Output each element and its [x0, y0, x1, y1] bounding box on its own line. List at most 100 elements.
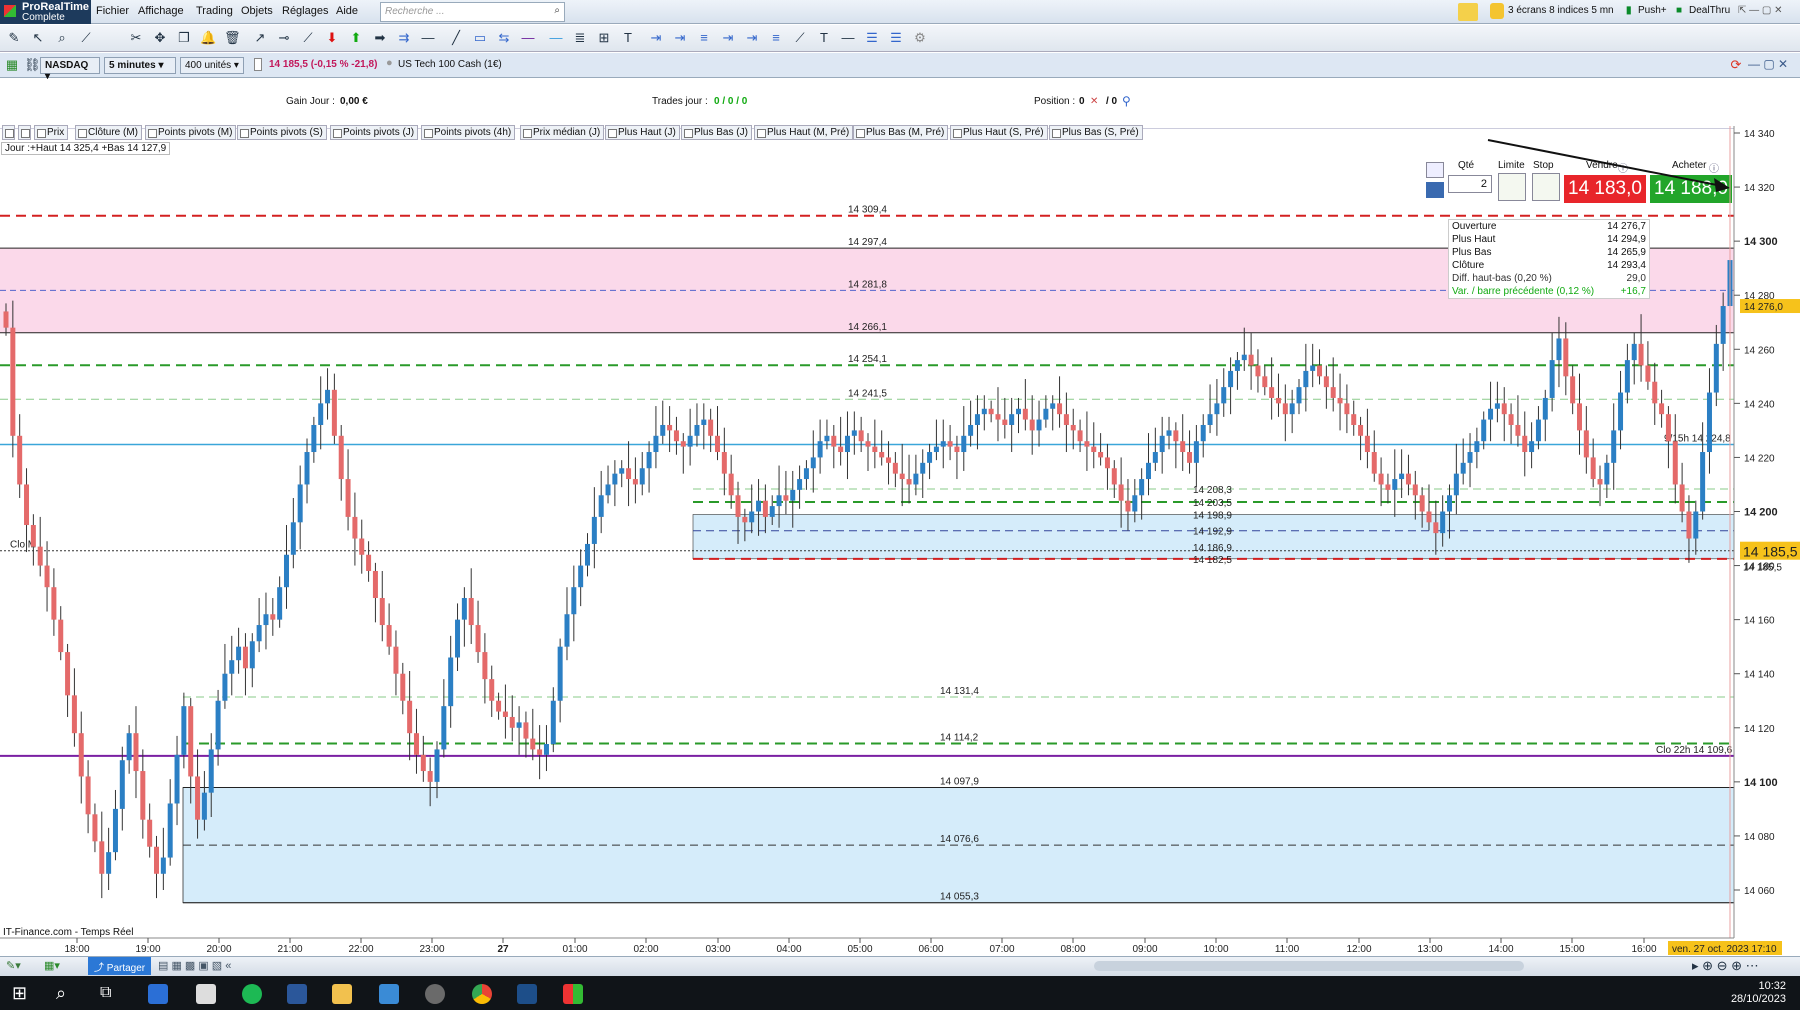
parallel-icon[interactable]: ⇆: [496, 30, 512, 46]
bottom-tool-icons[interactable]: ▤ ▦ ▩ ▣ ▧ «: [158, 959, 231, 972]
arrow-tool-icon[interactable]: ↗: [252, 30, 268, 46]
file-explorer-icon[interactable]: [332, 984, 352, 1004]
indicator-plus-haut-j[interactable]: Plus Haut (J): [605, 125, 680, 140]
chrome-icon[interactable]: [472, 984, 492, 1004]
task-view-icon[interactable]: ⧉: [100, 984, 111, 1002]
range3-icon[interactable]: ≡: [696, 30, 712, 46]
search-icon[interactable]: ⌕: [554, 5, 560, 16]
chart-window-controls[interactable]: — ▢ ✕: [1748, 57, 1788, 71]
blue-line-icon[interactable]: —: [548, 30, 564, 46]
channel-icon[interactable]: ⇉: [396, 30, 412, 46]
chart-type-icon[interactable]: ▦: [4, 57, 20, 73]
add-object-icon[interactable]: +: [18, 125, 31, 140]
copy-icon[interactable]: ❐: [176, 30, 192, 46]
line-icon[interactable]: ⟋: [300, 30, 316, 46]
list-icon[interactable]: ☰: [864, 30, 880, 46]
position-detail-icon[interactable]: ⚲: [1122, 94, 1131, 108]
cursor-icon[interactable]: ↖: [30, 30, 46, 46]
menu-fichier[interactable]: Fichier: [96, 5, 129, 17]
menu-affichage[interactable]: Affichage: [138, 5, 184, 17]
windows-start-icon[interactable]: ⊞: [12, 984, 27, 1002]
range2-icon[interactable]: ⇥: [672, 30, 688, 46]
indicator-pivots-s[interactable]: Points pivots (S): [237, 125, 327, 140]
price-tick-label: 14 340: [1744, 129, 1775, 140]
units-selector[interactable]: 400 unités ▾: [180, 57, 244, 74]
indicator-plus-haut-m-pre[interactable]: Plus Haut (M, Pré): [754, 125, 854, 140]
app-icon[interactable]: [425, 984, 445, 1004]
range6-icon[interactable]: ≡: [768, 30, 784, 46]
trash-icon[interactable]: 🗑: [224, 30, 241, 46]
range-icon[interactable]: ⇥: [648, 30, 664, 46]
text-icon[interactable]: T: [620, 30, 636, 46]
trendline-icon[interactable]: ╱: [448, 30, 464, 46]
alarm-icon[interactable]: 🔔: [200, 30, 216, 46]
measure-icon[interactable]: ⟋: [792, 30, 808, 46]
timeframe-selector[interactable]: 5 minutes ▾: [104, 57, 176, 74]
candle-body: [1323, 376, 1329, 388]
share-button[interactable]: ⤴ Partager: [88, 957, 152, 975]
indicator-cloture-m[interactable]: Clôture (M): [75, 125, 143, 140]
calculator-icon[interactable]: [379, 984, 399, 1004]
fibonacci-icon[interactable]: ≣: [572, 30, 588, 46]
indicator-menu-icon[interactable]: ✎▾: [6, 959, 21, 972]
hline2-icon[interactable]: —: [840, 30, 856, 46]
search-input[interactable]: Recherche ... ⌕: [380, 2, 565, 22]
indicator-pivots-4h[interactable]: Points pivots (4h): [421, 125, 516, 140]
menu-objets[interactable]: Objets: [241, 5, 273, 17]
indicator-plus-bas-j[interactable]: Plus Bas (J): [681, 125, 752, 140]
move-icon[interactable]: ✥: [152, 30, 168, 46]
candle-body: [1139, 479, 1145, 496]
tools-icon[interactable]: ✂: [128, 30, 144, 46]
purple-line-icon[interactable]: —: [520, 30, 536, 46]
push-button[interactable]: Push+: [1638, 5, 1667, 16]
settings-icon[interactable]: ⚙: [912, 30, 928, 46]
store-icon[interactable]: [148, 984, 168, 1004]
indicator-pivots-m[interactable]: Points pivots (M): [145, 125, 237, 140]
indicator-prix-median[interactable]: Prix médian (J): [520, 125, 605, 140]
segment-icon[interactable]: ⊸: [276, 30, 292, 46]
dealthru-button[interactable]: DealThru: [1689, 5, 1730, 16]
screens-label[interactable]: 3 écrans 8 indices 5 mn: [1508, 5, 1614, 16]
indicator-pivots-j[interactable]: Points pivots (J): [330, 125, 419, 140]
menu-reglages[interactable]: Réglages: [282, 5, 328, 17]
prorealtime-taskbar-icon[interactable]: [563, 984, 583, 1004]
word-icon[interactable]: [287, 984, 307, 1004]
range5-icon[interactable]: ⇥: [744, 30, 760, 46]
text2-icon[interactable]: T: [816, 30, 832, 46]
right-arrow-icon[interactable]: ➡: [372, 30, 388, 46]
chart-layout-icon[interactable]: ▦▾: [44, 959, 60, 972]
menu-aide[interactable]: Aide: [336, 5, 358, 17]
candle-body: [742, 516, 748, 523]
search-taskbar-icon[interactable]: ⌕: [56, 983, 66, 1004]
link-icon[interactable]: ⛓: [24, 57, 41, 73]
menu-trading[interactable]: Trading: [196, 5, 233, 17]
indicator-plus-haut-s-pre[interactable]: Plus Haut (S, Pré): [950, 125, 1048, 140]
horizontal-scrollbar[interactable]: [1094, 961, 1524, 971]
hline-icon[interactable]: —: [420, 30, 436, 46]
window-controls[interactable]: ⇱ — ▢ ✕: [1738, 5, 1783, 16]
indicator-prix[interactable]: Prix: [34, 125, 69, 140]
range4-icon[interactable]: ⇥: [720, 30, 736, 46]
indicator-plus-bas-s-pre[interactable]: Plus Bas (S, Pré): [1049, 125, 1143, 140]
text-label-icon[interactable]: ⊞: [596, 30, 612, 46]
add-indicator-icon[interactable]: +: [2, 125, 15, 140]
up-arrow-icon[interactable]: ⬆: [348, 30, 364, 46]
pencil-icon[interactable]: ✎: [6, 30, 22, 46]
spotify-icon[interactable]: [242, 984, 262, 1004]
explorer-drive-icon[interactable]: [196, 984, 216, 1004]
rectangle-icon[interactable]: ▭: [472, 30, 488, 46]
market-selector[interactable]: NASDAQ ▾: [40, 57, 100, 82]
visual-studio-icon[interactable]: [517, 984, 537, 1004]
notification-icon[interactable]: [1490, 3, 1504, 19]
zoom-icon[interactable]: ⌕: [54, 30, 70, 46]
alert-icon[interactable]: [1458, 3, 1478, 21]
price-tick-label: 14 120: [1744, 724, 1775, 735]
down-arrow-icon[interactable]: ⬇: [324, 30, 340, 46]
indicator-plus-bas-m-pre[interactable]: Plus Bas (M, Pré): [853, 125, 949, 140]
candle-body: [790, 489, 796, 501]
zoom-controls[interactable]: ▸ ⊕ ⊖ ⊕ ⋯: [1692, 958, 1759, 974]
list2-icon[interactable]: ☰: [888, 30, 904, 46]
ruler-icon[interactable]: ⟋: [78, 30, 94, 46]
refresh-icon[interactable]: ⟳: [1728, 57, 1744, 73]
position-close-icon[interactable]: ✕: [1090, 96, 1098, 107]
